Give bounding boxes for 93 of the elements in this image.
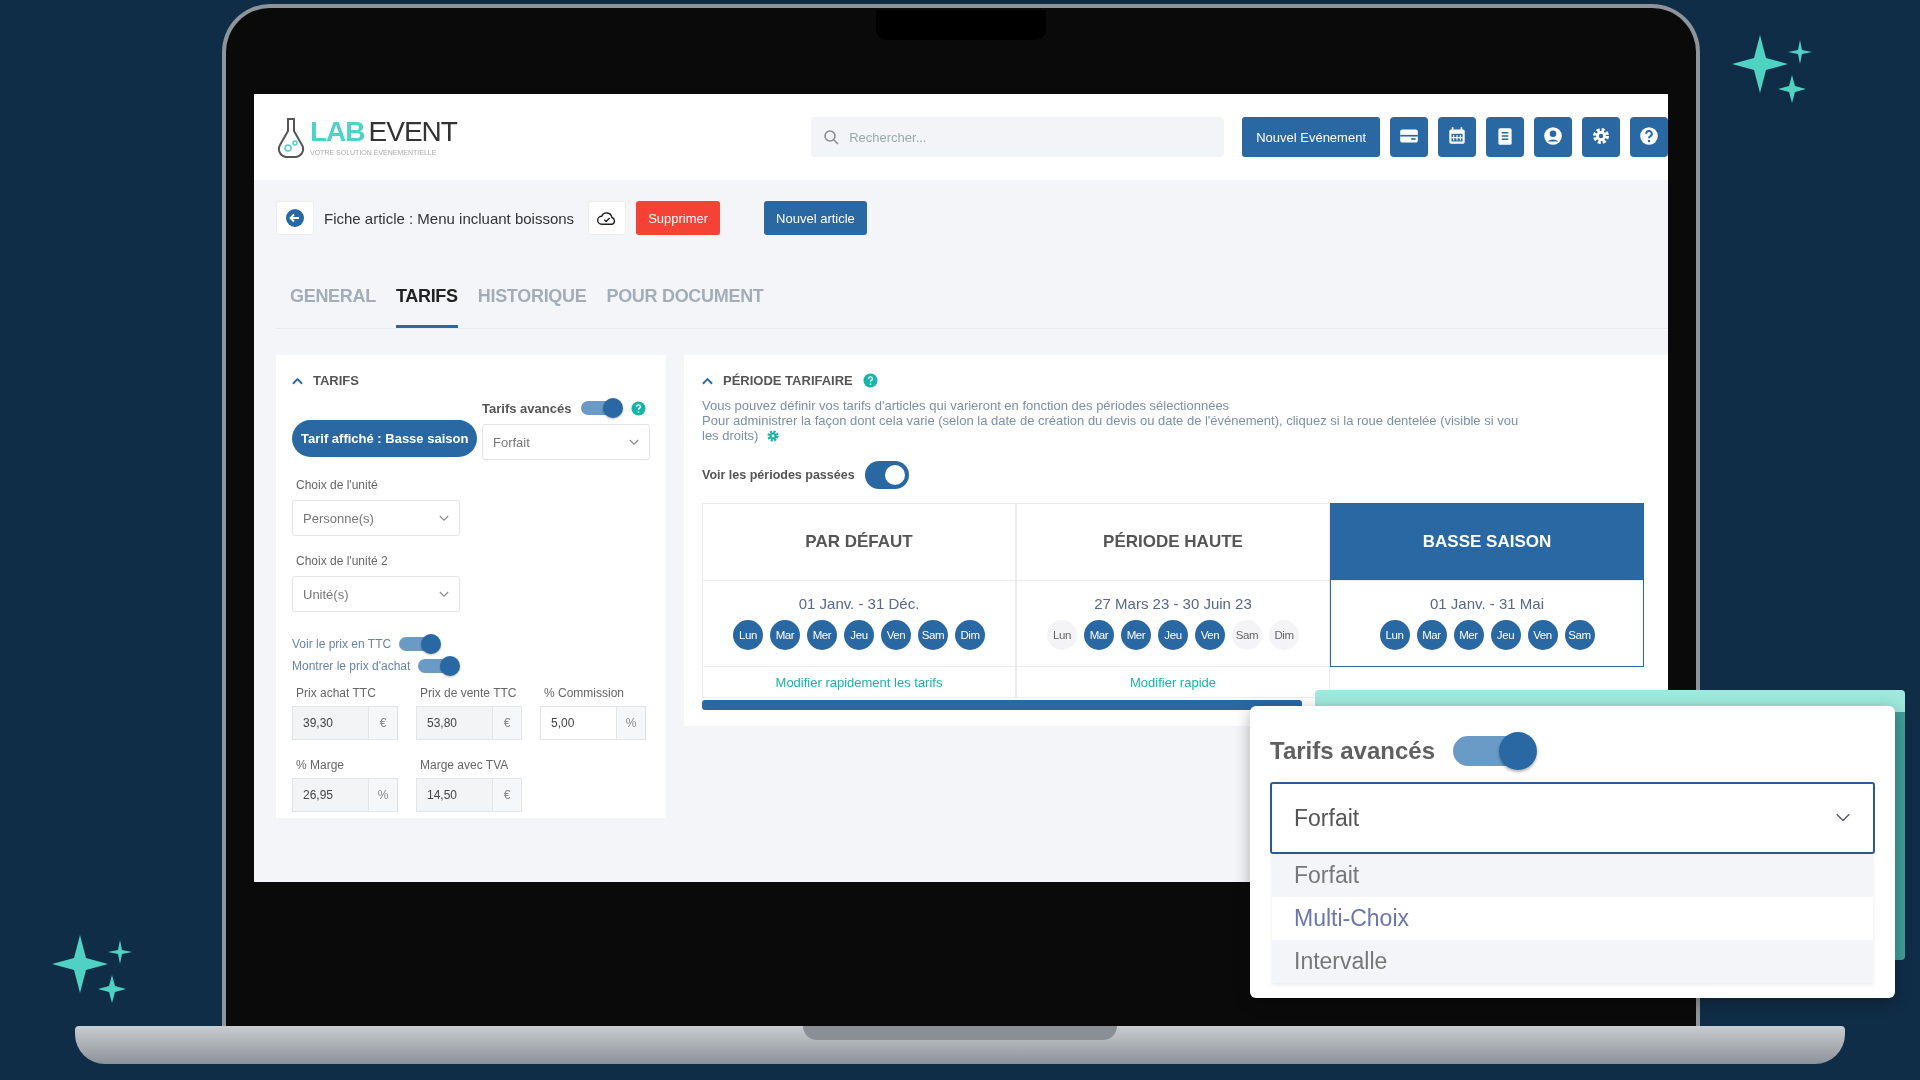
period-card[interactable]: PAR DÉFAUT 01 Janv. - 31 Déc. Lun Mar Mer Jeu Ven Sam Dim Modifier rapidement les tarifs — [702, 503, 1016, 698]
day-chip[interactable]: Lun — [1047, 620, 1077, 650]
logo-text: EVENT — [368, 118, 457, 146]
field-label: Marge avec TVA — [420, 758, 510, 772]
help-icon[interactable] — [862, 373, 878, 388]
number-field[interactable]: 5,00 — [540, 706, 617, 740]
unit-addon: € — [493, 706, 522, 740]
chevron-up-icon[interactable] — [292, 376, 303, 385]
cloud-check-button[interactable] — [588, 201, 627, 235]
field-label: Prix achat TTC — [296, 686, 377, 700]
day-chip[interactable]: Mer — [807, 620, 837, 650]
day-chip[interactable]: Dim — [955, 620, 985, 650]
period-card[interactable]: BASSE SAISON 01 Janv. - 31 Mai Lun Mar Mer Jeu Ven Sam — [1330, 503, 1644, 667]
dropdown-option[interactable]: Intervalle — [1272, 940, 1873, 983]
user-icon[interactable] — [1534, 117, 1572, 157]
day-chip[interactable]: Ven — [881, 620, 911, 650]
settings-icon[interactable] — [766, 428, 781, 443]
description-text: Pour administrer la façon dont cela varie (selon la date de création du devis ou date de l'événement), cliquez si la roue dentelée (visible si vou — [702, 413, 1519, 428]
day-chip[interactable]: Jeu — [844, 620, 874, 650]
day-chip[interactable]: Lun — [733, 620, 763, 650]
scrollbar[interactable] — [702, 700, 1302, 710]
help-icon[interactable] — [1630, 117, 1668, 157]
new-article-button[interactable]: Nouvel article — [764, 201, 867, 235]
field-label: Choix de l'unité 2 — [296, 554, 389, 568]
toggle-label: Tarifs avancés — [1270, 737, 1435, 765]
back-button[interactable] — [276, 201, 314, 235]
chevron-down-icon — [439, 514, 449, 522]
period-name: PAR DÉFAUT — [805, 532, 913, 552]
toggle-label: Tarifs avancés — [482, 400, 572, 416]
select-field[interactable]: Unité(s) — [292, 576, 460, 612]
day-chip[interactable]: Mer — [1121, 620, 1151, 650]
section-title: PÉRIODE TARIFAIRE — [723, 373, 853, 388]
toggle-switch[interactable] — [416, 656, 461, 676]
card-icon[interactable] — [1390, 117, 1428, 157]
day-chip[interactable]: Dim — [1269, 620, 1299, 650]
settings-icon[interactable] — [1582, 117, 1620, 157]
description-text: Vous pouvez définir vos tarifs d'articles qui varieront en fonction des périodes sélectionnées — [702, 398, 1230, 413]
search-field[interactable]: Rechercher... — [811, 117, 1225, 157]
day-chip[interactable]: Jeu — [1158, 620, 1188, 650]
select-field[interactable]: Forfait — [1270, 782, 1875, 854]
delete-button[interactable]: Supprimer — [636, 201, 721, 235]
period-name: PÉRIODE HAUTE — [1103, 532, 1243, 552]
clipboard-icon[interactable] — [1486, 117, 1524, 157]
toggle-switch[interactable] — [1451, 732, 1537, 770]
tab[interactable]: TARIFS — [395, 286, 458, 328]
field-label: Prix de vente TTC — [420, 686, 518, 700]
section-title: TARIFS — [313, 373, 359, 388]
select-field[interactable]: Forfait — [482, 424, 650, 460]
select-field[interactable]: Personne(s) — [292, 500, 460, 536]
toggle-switch[interactable] — [397, 634, 442, 654]
day-chip[interactable]: Sam — [1564, 620, 1595, 650]
unit-addon: % — [369, 778, 398, 812]
period-dates: 01 Janv. - 31 Mai — [1430, 595, 1544, 612]
new-event-button[interactable]: Nouvel Evénement — [1242, 117, 1380, 157]
day-chip[interactable]: Mer — [1453, 620, 1484, 650]
toggle-switch[interactable] — [864, 461, 909, 489]
page-title: Fiche article : Menu incluant boissons — [324, 209, 575, 227]
field-label: % Commission — [544, 686, 625, 700]
period-card[interactable]: PÉRIODE HAUTE 27 Mars 23 - 30 Juin 23 Lun Mar Mer Jeu Ven Sam Dim Modifier rapide — [1016, 503, 1330, 698]
description-text: les droits) — [702, 428, 759, 443]
period-dates: 27 Mars 23 - 30 Juin 23 — [1094, 595, 1252, 612]
displayed-tariff-badge: Tarif affiché : Basse saison — [292, 420, 478, 457]
dropdown-option[interactable]: Multi-Choix — [1272, 897, 1873, 940]
toggle-switch[interactable] — [579, 398, 624, 418]
day-chip[interactable]: Sam — [1232, 620, 1262, 650]
calendar-icon[interactable] — [1438, 117, 1476, 157]
day-chip[interactable]: Mar — [1084, 620, 1114, 650]
field-label: % Marge — [296, 758, 346, 772]
unit-addon: € — [493, 778, 522, 812]
unit-addon: % — [617, 706, 646, 740]
unit-addon: € — [369, 706, 398, 740]
search-icon — [823, 129, 840, 145]
day-chip[interactable]: Ven — [1195, 620, 1225, 650]
chevron-down-icon — [439, 590, 449, 598]
help-icon[interactable] — [631, 400, 647, 416]
dropdown-option[interactable]: Forfait — [1272, 854, 1873, 897]
toggle-label: Montrer le prix d'achat — [292, 659, 411, 673]
day-chip[interactable]: Ven — [1527, 620, 1558, 650]
logo-text: LAB — [310, 118, 365, 146]
search-input[interactable]: Rechercher... — [847, 128, 1213, 146]
day-chip[interactable]: Mar — [1416, 620, 1447, 650]
day-chip[interactable]: Mar — [770, 620, 800, 650]
chevron-down-icon — [629, 438, 639, 446]
field-label: Choix de l'unité — [296, 478, 379, 492]
day-chip[interactable]: Jeu — [1490, 620, 1521, 650]
period-dates: 01 Janv. - 31 Déc. — [798, 595, 920, 612]
period-name: BASSE SAISON — [1422, 532, 1552, 552]
day-chip[interactable]: Sam — [918, 620, 948, 650]
chevron-down-icon — [1835, 813, 1851, 823]
toggle-label: Voir les périodes passées — [702, 468, 855, 482]
day-chip[interactable]: Lun — [1379, 620, 1410, 650]
toggle-label: Voir le prix en TTC — [292, 637, 392, 651]
chevron-up-icon[interactable] — [702, 376, 713, 385]
